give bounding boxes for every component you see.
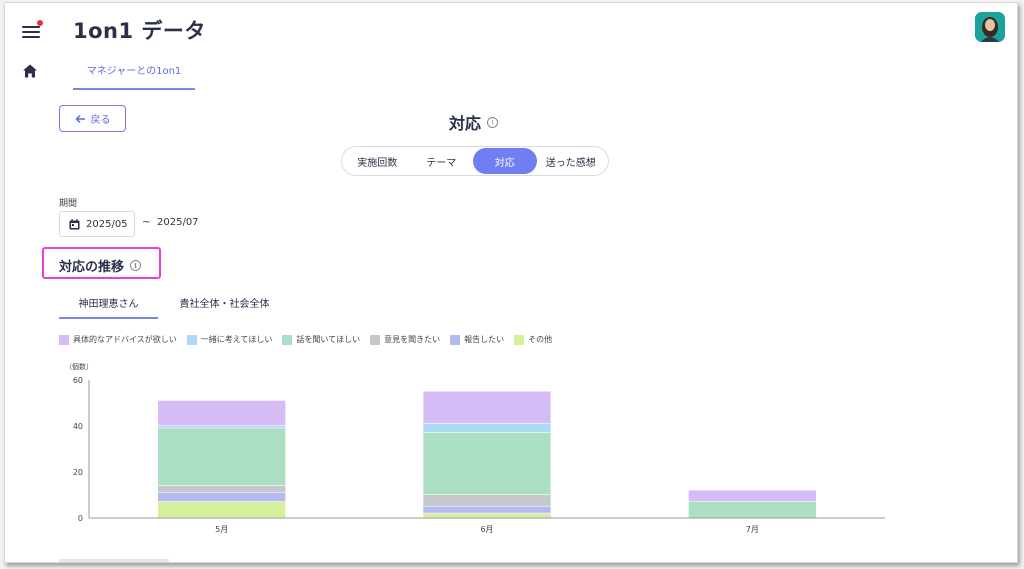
bar-segment[interactable] [688, 501, 817, 518]
x-tick-label: 5月 [215, 525, 228, 534]
bar-segment[interactable] [423, 391, 551, 424]
start-date-picker[interactable]: 2025/05 [59, 211, 135, 237]
bar-segment[interactable] [688, 490, 817, 502]
segment-theme[interactable]: テーマ [410, 148, 474, 174]
bar-segment[interactable] [423, 506, 551, 513]
legend-label: 一緒に考えてほしい [200, 335, 273, 344]
y-tick-label: 0 [78, 514, 83, 523]
arrow-left-icon [74, 114, 85, 123]
menu-icon[interactable] [22, 20, 43, 39]
back-button-label: 戻る [90, 115, 111, 126]
legend-label: 具体的なアドバイスが欲しい [73, 335, 177, 344]
y-tick-label: 60 [73, 376, 83, 385]
legend-swatch [186, 334, 197, 345]
segment-feedback[interactable]: 送った感想 [537, 148, 605, 174]
start-date-value: 2025/05 [86, 218, 128, 230]
page-heading: 対応 i [449, 110, 499, 134]
bar-segment[interactable] [157, 485, 286, 493]
period-label: 期間 [59, 199, 78, 209]
y-tick-label: 20 [73, 468, 83, 477]
legend-item[interactable]: 一緒に考えてほしい [186, 334, 273, 345]
y-tick-label: 40 [73, 422, 83, 431]
section-title-text: 対応の推移 [59, 260, 125, 275]
end-date-value[interactable]: 2025/07 [157, 217, 199, 228]
section-title: 対応の推移 i [59, 256, 142, 275]
segment-response[interactable]: 対応 [473, 148, 537, 174]
notification-dot [37, 20, 43, 26]
segment-count[interactable]: 実施回数 [345, 148, 410, 174]
legend-label: 話を聞いてほしい [296, 335, 361, 344]
app-window: 1on1 データ マネジャーとの1on1 戻る 対応 i 実施回数 テーマ 対応… [4, 2, 1018, 563]
bar-segment[interactable] [423, 513, 551, 518]
page-title: 1on1 データ [73, 19, 206, 43]
segmented-control: 実施回数 テーマ 対応 送った感想 [341, 146, 609, 176]
bar-segment[interactable] [157, 501, 286, 518]
legend-swatch [514, 334, 525, 345]
x-tick-label: 6月 [480, 525, 493, 534]
y-axis-label: （個数） [65, 362, 93, 371]
bar-segment[interactable] [157, 492, 286, 502]
bar-segment[interactable] [423, 495, 551, 506]
back-button[interactable]: 戻る [59, 105, 126, 132]
bar-segment[interactable] [423, 423, 551, 433]
view-tabs: 神田理恵さん 貴社全体・社会全体 [59, 291, 291, 319]
legend-swatch [282, 334, 293, 345]
section-info-icon[interactable]: i [130, 260, 142, 271]
legend-item[interactable]: その他 [514, 334, 552, 345]
legend-item[interactable]: 報告したい [450, 334, 504, 345]
legend-label: 報告したい [464, 335, 505, 344]
tab-company-society[interactable]: 貴社全体・社会全体 [158, 291, 291, 319]
calendar-icon [69, 218, 80, 229]
legend-label: 意見を聞きたい [384, 335, 441, 344]
legend-swatch [450, 334, 461, 345]
bar-segment[interactable] [157, 426, 286, 428]
legend-item[interactable]: 具体的なアドバイスが欲しい [59, 334, 177, 345]
home-icon[interactable] [22, 63, 40, 81]
legend-swatch [59, 334, 69, 345]
x-tick-label: 7月 [746, 525, 759, 534]
bar-segment[interactable] [423, 432, 551, 495]
tab-manager-1on1[interactable]: マネジャーとの1on1 [73, 63, 195, 90]
chart-legend: 具体的なアドバイスが欲しい 一緒に考えてほしい 話を聞いてほしい 意見を聞きたい 報告し… [59, 334, 552, 345]
bar-segment[interactable] [157, 400, 286, 426]
legend-item[interactable]: 意見を聞きたい [370, 334, 440, 345]
legend-label: その他 [528, 335, 553, 344]
legend-item[interactable]: 話を聞いてほしい [282, 334, 360, 345]
info-icon[interactable]: i [487, 116, 499, 128]
bar-segment[interactable] [157, 428, 286, 486]
user-avatar[interactable] [975, 12, 1005, 42]
legend-swatch [370, 334, 381, 345]
page-heading-text: 対応 [449, 114, 482, 133]
date-separator: ~ [142, 217, 151, 228]
next-section-heading [59, 559, 169, 562]
tab-individual[interactable]: 神田理恵さん [59, 291, 158, 319]
stacked-bar-chart: （個数） 0 20 40 60 5月 6月 7月 [65, 362, 885, 534]
